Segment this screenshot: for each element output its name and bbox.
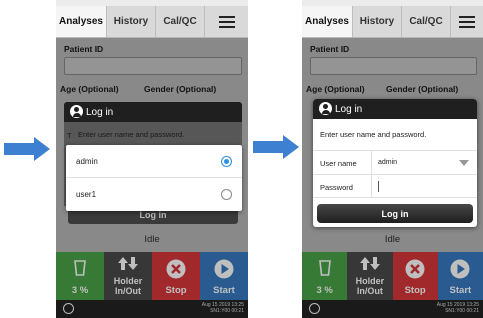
tab-analyses[interactable]: Analyses xyxy=(56,6,107,37)
menu-button[interactable] xyxy=(451,6,483,37)
status-serial: SN1:Y00 00:21 xyxy=(210,308,244,314)
login-prompt: Enter user name and password. xyxy=(78,130,185,139)
login-partial-label: T xyxy=(67,131,72,140)
divider xyxy=(371,151,372,174)
login-title: Log in xyxy=(86,106,114,118)
tab-history[interactable]: History xyxy=(353,6,402,37)
text-cursor xyxy=(378,181,379,192)
option-admin-label: admin xyxy=(76,156,98,166)
tab-analyses[interactable]: Analyses xyxy=(302,6,353,37)
user-icon xyxy=(70,105,83,118)
option-user1-label: user1 xyxy=(76,190,97,199)
user-dropdown: admin user1 xyxy=(66,145,242,211)
tab-calqc[interactable]: Cal/QC xyxy=(402,6,451,37)
dropdown-option-user1[interactable]: user1 xyxy=(66,178,242,211)
login-dialog: Log in Enter user name and password. Use… xyxy=(313,99,477,227)
status-time: Aug 15 2019 13:25 SN1:Y00 00:21 xyxy=(437,302,479,314)
arrow-right-icon xyxy=(4,137,50,161)
bottom-overlay xyxy=(56,252,248,300)
tab-bar: Analyses History Cal/QC xyxy=(56,6,248,38)
radio-empty-icon xyxy=(221,189,232,200)
user-name-row[interactable]: User name admin xyxy=(313,150,477,174)
menu-button[interactable] xyxy=(205,6,248,37)
status-user-icon xyxy=(309,303,320,314)
user-name-value: admin xyxy=(378,159,398,166)
password-field[interactable]: Password xyxy=(313,174,477,198)
bottom-overlay xyxy=(302,252,483,300)
status-serial: SN1:Y00 00:21 xyxy=(445,308,479,314)
login-title: Log in xyxy=(335,103,363,115)
hamburger-menu-icon xyxy=(459,15,475,28)
status-time: Aug 15 2019 13:25 SN1:Y00 00:21 xyxy=(202,302,244,314)
tab-history[interactable]: History xyxy=(107,6,156,37)
dropdown-caret-icon xyxy=(459,160,469,166)
hamburger-menu-icon xyxy=(218,15,235,28)
status-text: Idle xyxy=(384,234,401,245)
login-header: Log in xyxy=(64,102,242,122)
arrow-right-icon xyxy=(253,135,299,159)
status-bar: Aug 15 2019 13:25 SN1:Y00 00:21 xyxy=(56,300,248,318)
tab-calqc[interactable]: Cal/QC xyxy=(156,6,205,37)
divider xyxy=(371,175,372,197)
user-name-label: User name xyxy=(320,159,357,168)
login-header: Log in xyxy=(313,99,477,119)
status-text: Idle xyxy=(144,234,160,245)
password-label: Password xyxy=(320,183,353,192)
stage: Analyses History Cal/QC Patient ID Age (… xyxy=(0,0,483,318)
user-icon xyxy=(319,102,332,115)
login-dialog-body: T Enter user name and password. xyxy=(64,122,242,146)
login-button[interactable]: Log in xyxy=(317,204,473,223)
tab-bar: Analyses History Cal/QC xyxy=(302,6,483,38)
dropdown-option-admin[interactable]: admin xyxy=(66,145,242,178)
login-prompt: Enter user name and password. xyxy=(320,130,427,139)
status-user-icon xyxy=(63,303,74,314)
radio-selected-icon xyxy=(221,156,232,167)
status-bar: Aug 15 2019 13:25 SN1:Y00 00:21 xyxy=(302,300,483,318)
